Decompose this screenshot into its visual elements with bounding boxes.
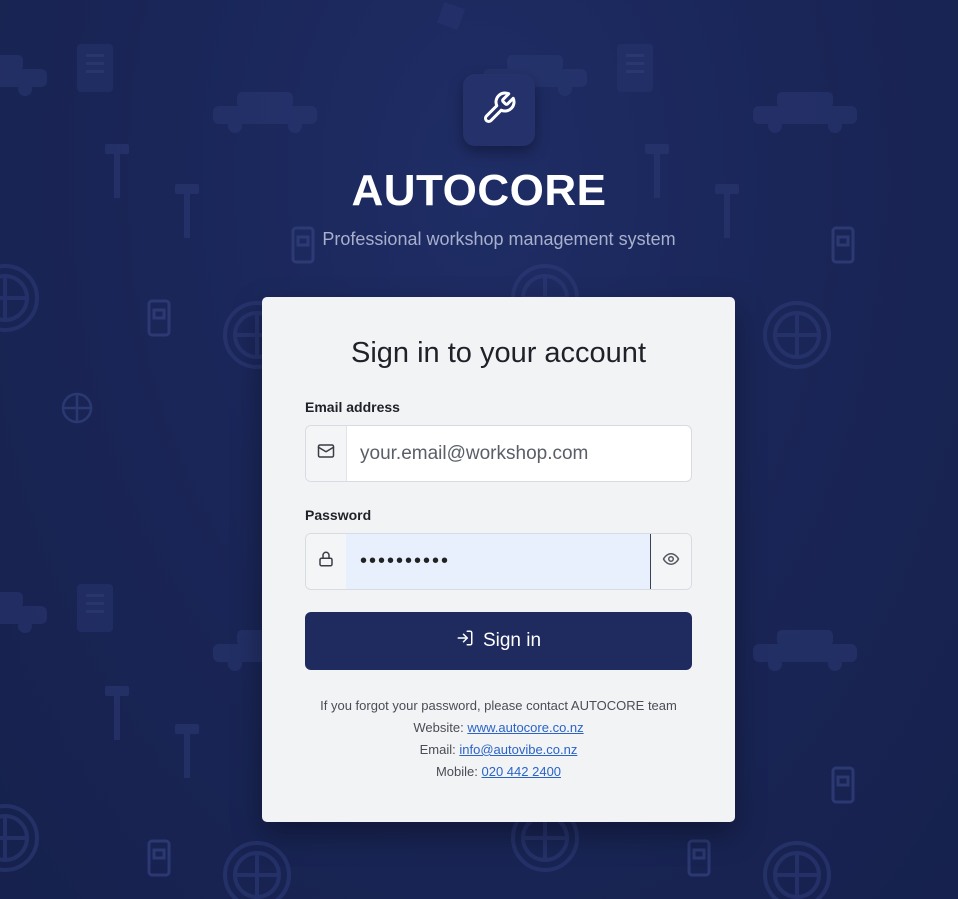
sign-in-label: Sign in xyxy=(482,630,542,651)
email-row: Email: info@autovibe.co.nz xyxy=(262,739,735,761)
sign-in-button[interactable]: Sign in xyxy=(305,612,692,670)
password-label: Password xyxy=(305,507,372,523)
help-section: If you forgot your password, please cont… xyxy=(262,695,735,783)
sign-in-icon xyxy=(456,629,474,653)
login-card: Sign in to your account Email address Pa… xyxy=(262,297,735,822)
login-heading: Sign in to your account xyxy=(350,337,646,369)
wrench-icon xyxy=(481,90,517,131)
password-input-group xyxy=(305,533,692,590)
email-input-group xyxy=(305,425,692,482)
mobile-link[interactable]: 020 442 2400 xyxy=(482,764,562,779)
email-label: Email address xyxy=(305,399,400,415)
mail-icon xyxy=(317,442,335,465)
brand-title: AUTOCORE xyxy=(351,166,607,215)
eye-icon xyxy=(662,550,680,573)
website-link[interactable]: www.autocore.co.nz xyxy=(467,720,583,735)
password-visibility-toggle[interactable] xyxy=(650,534,691,589)
password-field[interactable] xyxy=(346,534,652,589)
contact-email-link[interactable]: info@autovibe.co.nz xyxy=(459,742,577,757)
mobile-row: Mobile: 020 442 2400 xyxy=(262,761,735,783)
email-field[interactable] xyxy=(346,426,691,481)
mobile-label: Mobile: xyxy=(435,764,478,779)
lock-icon xyxy=(317,550,335,573)
brand-logo xyxy=(463,74,535,146)
email-addon xyxy=(306,426,347,481)
website-row: Website: www.autocore.co.nz xyxy=(262,717,735,739)
password-addon xyxy=(306,534,347,589)
forgot-password-text: If you forgot your password, please cont… xyxy=(320,698,677,713)
brand-subtitle: Professional workshop management system xyxy=(322,229,676,249)
website-label: Website: xyxy=(413,720,464,735)
contact-email-label: Email: xyxy=(419,742,456,757)
